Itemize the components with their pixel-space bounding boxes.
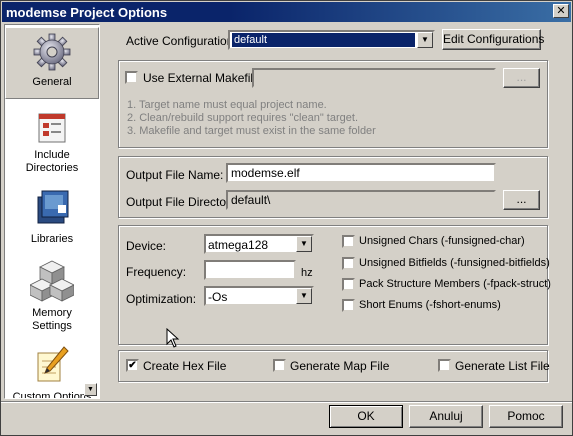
title-bar: modemse Project Options ✕ — [2, 2, 571, 22]
optimization-value: -Os — [208, 290, 228, 304]
generate-list-file-label: Generate List File — [455, 359, 550, 373]
short-enums-checkbox[interactable] — [342, 299, 355, 312]
pencil-note-icon — [37, 346, 69, 382]
frequency-unit: hz — [301, 267, 313, 279]
output-file-name-input[interactable]: modemse.elf — [226, 163, 496, 183]
sidebar-item-label: Memory Settings — [32, 307, 72, 332]
frequency-label: Frequency: — [126, 265, 187, 279]
optimization-select[interactable]: -Os ▼ — [204, 286, 314, 306]
generate-map-file-label: Generate Map File — [290, 359, 390, 373]
device-select[interactable]: atmega128 ▼ — [204, 234, 314, 254]
use-external-makefile-checkbox[interactable] — [125, 71, 138, 84]
check-icon: ✔ — [128, 360, 137, 371]
chevron-down-icon: ▼ — [87, 386, 94, 393]
frequency-input[interactable] — [204, 260, 296, 280]
close-button[interactable]: ✕ — [553, 4, 569, 18]
pack-structure-members-checkbox[interactable] — [342, 278, 355, 291]
include-directories-icon — [38, 113, 66, 143]
unsigned-bitfields-checkbox[interactable] — [342, 257, 355, 270]
create-hex-file-checkbox[interactable]: ✔ — [126, 359, 139, 372]
unsigned-bitfields-label: Unsigned Bitfields (-funsigned-bitfields… — [359, 257, 550, 269]
active-configuration-select[interactable]: default ▼ — [228, 30, 435, 50]
help-button[interactable]: Pomoc — [489, 405, 563, 428]
active-configuration-value: default — [232, 33, 415, 47]
project-options-dialog: modemse Project Options ✕ General Includ… — [0, 0, 573, 436]
output-directory-browse-button[interactable]: ... — [503, 190, 540, 210]
ok-button[interactable]: OK — [329, 405, 403, 428]
window-title: modemse Project Options — [6, 5, 168, 20]
short-enums-label: Short Enums (-fshort-enums) — [359, 299, 501, 311]
generate-list-file-checkbox[interactable] — [438, 359, 451, 372]
sidebar-item-label: General — [32, 76, 72, 88]
output-file-directory-field[interactable]: default\ — [226, 190, 496, 210]
bottom-separator — [1, 401, 572, 403]
makefile-note: 3. Makefile and target must exist in the… — [127, 125, 376, 137]
sidebar-item-libraries[interactable]: Libraries — [5, 187, 99, 251]
options-sidebar[interactable]: General Include Directories Libraries Me… — [4, 24, 100, 399]
device-value: atmega128 — [208, 238, 269, 252]
close-icon: ✕ — [556, 4, 566, 17]
device-label: Device: — [126, 239, 167, 253]
gear-icon — [33, 33, 71, 71]
unsigned-chars-label: Unsigned Chars (-funsigned-char) — [359, 235, 525, 247]
pack-structure-members-label: Pack Structure Members (-fpack-struct) — [359, 278, 551, 290]
create-hex-file-label: Create Hex File — [143, 359, 227, 373]
edit-configurations-button[interactable]: Edit Configurations — [442, 29, 544, 50]
sidebar-item-label: Include Directories — [25, 149, 79, 174]
unsigned-chars-checkbox[interactable] — [342, 235, 355, 248]
sidebar-scroll-down-button[interactable]: ▼ — [84, 383, 97, 396]
makefile-note: 1. Target name must equal project name. — [127, 99, 327, 111]
use-external-makefile-label: Use External Makefile — [143, 71, 260, 85]
cancel-button[interactable]: Anuluj — [409, 405, 483, 428]
makefile-note: 2. Clean/rebuild support requires "clean… — [127, 112, 358, 124]
sidebar-item-memory-settings[interactable]: Memory Settings — [5, 259, 99, 339]
output-file-directory-label: Output File Directory: — [126, 195, 240, 209]
sidebar-item-label: Libraries — [30, 233, 74, 245]
memory-blocks-icon — [30, 260, 74, 302]
chevron-down-icon: ▼ — [296, 236, 312, 252]
mouse-pointer-icon — [166, 328, 180, 348]
sidebar-item-include-directories[interactable]: Include Directories — [5, 111, 99, 177]
active-configuration-label: Active Configuration — [126, 34, 234, 48]
makefile-path-field[interactable] — [252, 68, 496, 88]
chevron-down-icon: ▼ — [417, 32, 433, 48]
books-icon — [37, 190, 69, 224]
sidebar-item-general[interactable]: General — [5, 27, 99, 99]
chevron-down-icon: ▼ — [296, 288, 312, 304]
optimization-label: Optimization: — [126, 292, 197, 306]
generate-map-file-checkbox[interactable] — [273, 359, 286, 372]
makefile-browse-button[interactable]: ... — [503, 68, 540, 88]
output-file-name-label: Output File Name: — [126, 168, 224, 182]
